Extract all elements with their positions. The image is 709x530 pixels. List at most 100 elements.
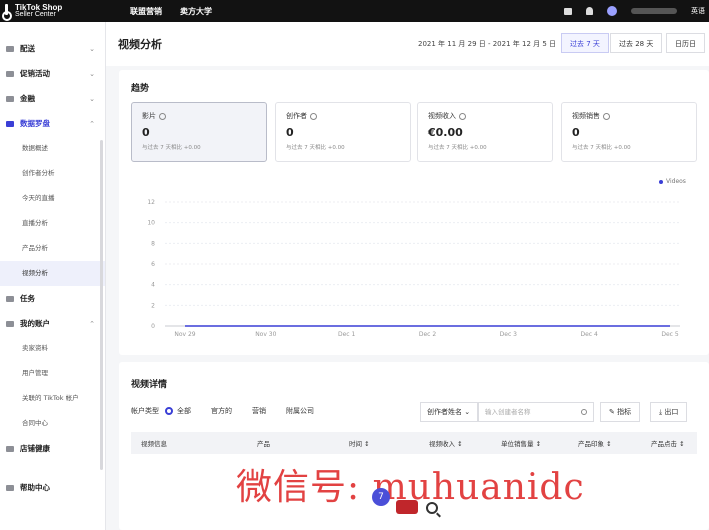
radio-all[interactable] xyxy=(165,407,173,415)
message-icon[interactable] xyxy=(564,7,572,15)
option-official[interactable]: 官方的 xyxy=(211,406,232,416)
chevron-down-icon: ⌄ xyxy=(464,408,471,416)
bell-icon[interactable] xyxy=(586,7,593,15)
date-range[interactable]: 2021 年 11 月 29 日 - 2021 年 12 月 5 日 xyxy=(418,39,556,49)
column-video-revenue[interactable]: 视频收入 ↕ xyxy=(429,438,463,448)
edit-icon: ✎ xyxy=(609,408,615,416)
avatar[interactable] xyxy=(607,6,617,16)
y-tick-label: 0 xyxy=(151,323,155,330)
range-last-28-days-button[interactable]: 过去 28 天 xyxy=(610,33,663,53)
metric-card-video-revenue[interactable]: 视频收入 €0.00 与过去 7 天相比 +0.00 xyxy=(417,102,553,162)
metric-card-creators[interactable]: 创作者 0 与过去 7 天相比 +0.00 xyxy=(275,102,411,162)
user-icon xyxy=(6,320,14,327)
x-tick-label: Dec 4 xyxy=(580,331,598,338)
sidebar-subitem-seller-profile[interactable]: 卖家资料 xyxy=(0,336,105,361)
filter-label: 帐户类型 xyxy=(131,407,159,415)
y-tick-label: 4 xyxy=(151,282,155,289)
creator-search-input[interactable]: 输入创建者名称 xyxy=(478,402,594,422)
sidebar-scrollbar[interactable] xyxy=(100,140,103,470)
sidebar-subitem-overview[interactable]: 数据概述 xyxy=(0,136,105,161)
range-last-7-days-button[interactable]: 过去 7 天 xyxy=(561,33,609,53)
brand-line2: Seller Center xyxy=(15,11,56,18)
sidebar-subitem-today-live[interactable]: 今天的直播 xyxy=(0,186,105,211)
table-header: 视频信息 产品 时间 ↕ 视频收入 ↕ 单位销售量 ↕ 产品印象 ↕ 产品点击 … xyxy=(131,432,697,454)
sidebar-item-tasks[interactable]: 任务 xyxy=(0,286,105,311)
x-tick-label: Dec 1 xyxy=(338,331,356,338)
creator-name-select[interactable]: 创作者姓名 ⌄ xyxy=(420,402,478,422)
megaphone-icon xyxy=(6,70,14,77)
nav-affiliate[interactable]: 联盟营销 xyxy=(130,6,162,17)
language-switcher[interactable]: 英语 xyxy=(691,6,705,16)
page-header: 视频分析 2021 年 11 月 29 日 - 2021 年 12 月 5 日 … xyxy=(106,22,709,66)
sidebar-subitem-linked-tiktok[interactable]: 关联的 TikTok 帐户 xyxy=(0,386,105,411)
range-calendar-button[interactable]: 日历日 xyxy=(666,33,705,53)
sidebar-subitem-video-analysis[interactable]: 视频分析 xyxy=(0,261,105,286)
sidebar: 配送 ⌄ 促销活动 ⌄ 金融 ⌄ 数据罗盘 ⌃ 数据概述 创作者分析 今天的直播… xyxy=(0,22,106,530)
truck-icon xyxy=(6,45,14,52)
search-icon[interactable] xyxy=(581,409,587,415)
y-tick-label: 6 xyxy=(151,261,155,268)
column-product[interactable]: 产品 xyxy=(257,438,270,448)
sidebar-subitem-product-analysis[interactable]: 产品分析 xyxy=(0,236,105,261)
account-name[interactable] xyxy=(631,8,677,14)
metric-compare: 与过去 7 天相比 +0.00 xyxy=(572,145,631,151)
help-icon[interactable] xyxy=(310,112,317,120)
page-title: 视频分析 xyxy=(118,38,162,51)
sidebar-subitem-contract-center[interactable]: 合同中心 xyxy=(0,411,105,436)
wallet-icon xyxy=(6,95,14,102)
red-envelope-icon[interactable] xyxy=(396,500,418,514)
top-bar: TikTok Shop Seller Center 联盟营销 卖方大学 英语 xyxy=(0,0,709,22)
sidebar-subitem-creator-analysis[interactable]: 创作者分析 xyxy=(0,161,105,186)
configure-metrics-button[interactable]: ✎ 指标 xyxy=(600,402,641,422)
column-product-impressions[interactable]: 产品印象 ↕ xyxy=(578,438,612,448)
column-unit-sales[interactable]: 单位销售量 ↕ xyxy=(501,438,541,448)
sidebar-item-shipping[interactable]: 配送 ⌄ xyxy=(0,36,105,61)
sidebar-item-shop-health[interactable]: 店铺健康 xyxy=(0,436,105,461)
chevron-up-icon: ⌃ xyxy=(89,319,95,328)
export-button[interactable]: ⤓ 出口 xyxy=(650,402,688,422)
x-tick-label: Dec 5 xyxy=(661,331,679,338)
sidebar-item-my-account[interactable]: 我的账户 ⌃ xyxy=(0,311,105,336)
chevron-down-icon: ⌄ xyxy=(89,69,95,78)
help-icon[interactable] xyxy=(603,112,610,120)
metric-compare: 与过去 7 天相比 +0.00 xyxy=(428,145,487,151)
sidebar-item-finance[interactable]: 金融 ⌄ xyxy=(0,86,105,111)
option-marketing[interactable]: 营销 xyxy=(252,406,266,416)
search-icon[interactable] xyxy=(426,502,438,514)
trend-title: 趋势 xyxy=(131,84,150,94)
sidebar-item-help-center[interactable]: 帮助中心 xyxy=(0,475,105,500)
metric-card-videos[interactable]: 影片 0 与过去 7 天相比 +0.00 xyxy=(131,102,267,162)
sidebar-item-data-compass[interactable]: 数据罗盘 ⌃ xyxy=(0,111,105,136)
sidebar-subitem-user-management[interactable]: 用户管理 xyxy=(0,361,105,386)
column-product-clicks[interactable]: 产品点击 ↕ xyxy=(651,438,685,448)
y-tick-label: 8 xyxy=(151,240,155,247)
x-tick-label: Dec 3 xyxy=(500,331,518,338)
metric-value: 0 xyxy=(286,126,294,139)
account-type-filter: 帐户类型 全部 官方的 营销 附属公司 xyxy=(131,406,314,416)
option-affiliate[interactable]: 附属公司 xyxy=(286,406,314,416)
column-video-info[interactable]: 视频信息 xyxy=(141,438,167,448)
chevron-down-icon: ⌄ xyxy=(89,44,95,53)
tiktok-shop-logo[interactable]: TikTok Shop Seller Center xyxy=(0,0,110,22)
option-all[interactable]: 全部 xyxy=(177,406,191,416)
x-tick-label: Nov 29 xyxy=(174,331,195,338)
x-tick-label: Nov 30 xyxy=(255,331,276,338)
top-nav: 联盟营销 卖方大学 xyxy=(130,6,212,17)
nav-seller-university[interactable]: 卖方大学 xyxy=(180,6,212,17)
x-tick-label: Dec 2 xyxy=(419,331,437,338)
top-right-tools: 英语 xyxy=(564,6,709,16)
chart-legend[interactable]: Videos xyxy=(659,178,686,185)
column-time[interactable]: 时间 ↕ xyxy=(349,438,370,448)
metric-value: €0.00 xyxy=(428,126,463,139)
notification-badge[interactable]: 7 xyxy=(372,488,390,506)
chevron-down-icon: ⌄ xyxy=(89,94,95,103)
y-tick-label: 10 xyxy=(147,220,155,227)
help-icon[interactable] xyxy=(459,112,466,120)
sidebar-subitem-live-analysis[interactable]: 直播分析 xyxy=(0,211,105,236)
metric-card-video-sales[interactable]: 视频销售 0 与过去 7 天相比 +0.00 xyxy=(561,102,697,162)
help-icon[interactable] xyxy=(159,112,166,120)
task-icon xyxy=(6,295,14,302)
video-details-title: 视频详情 xyxy=(131,380,168,390)
sidebar-item-promotions[interactable]: 促销活动 ⌄ xyxy=(0,61,105,86)
tiktok-logo-icon xyxy=(2,4,12,21)
